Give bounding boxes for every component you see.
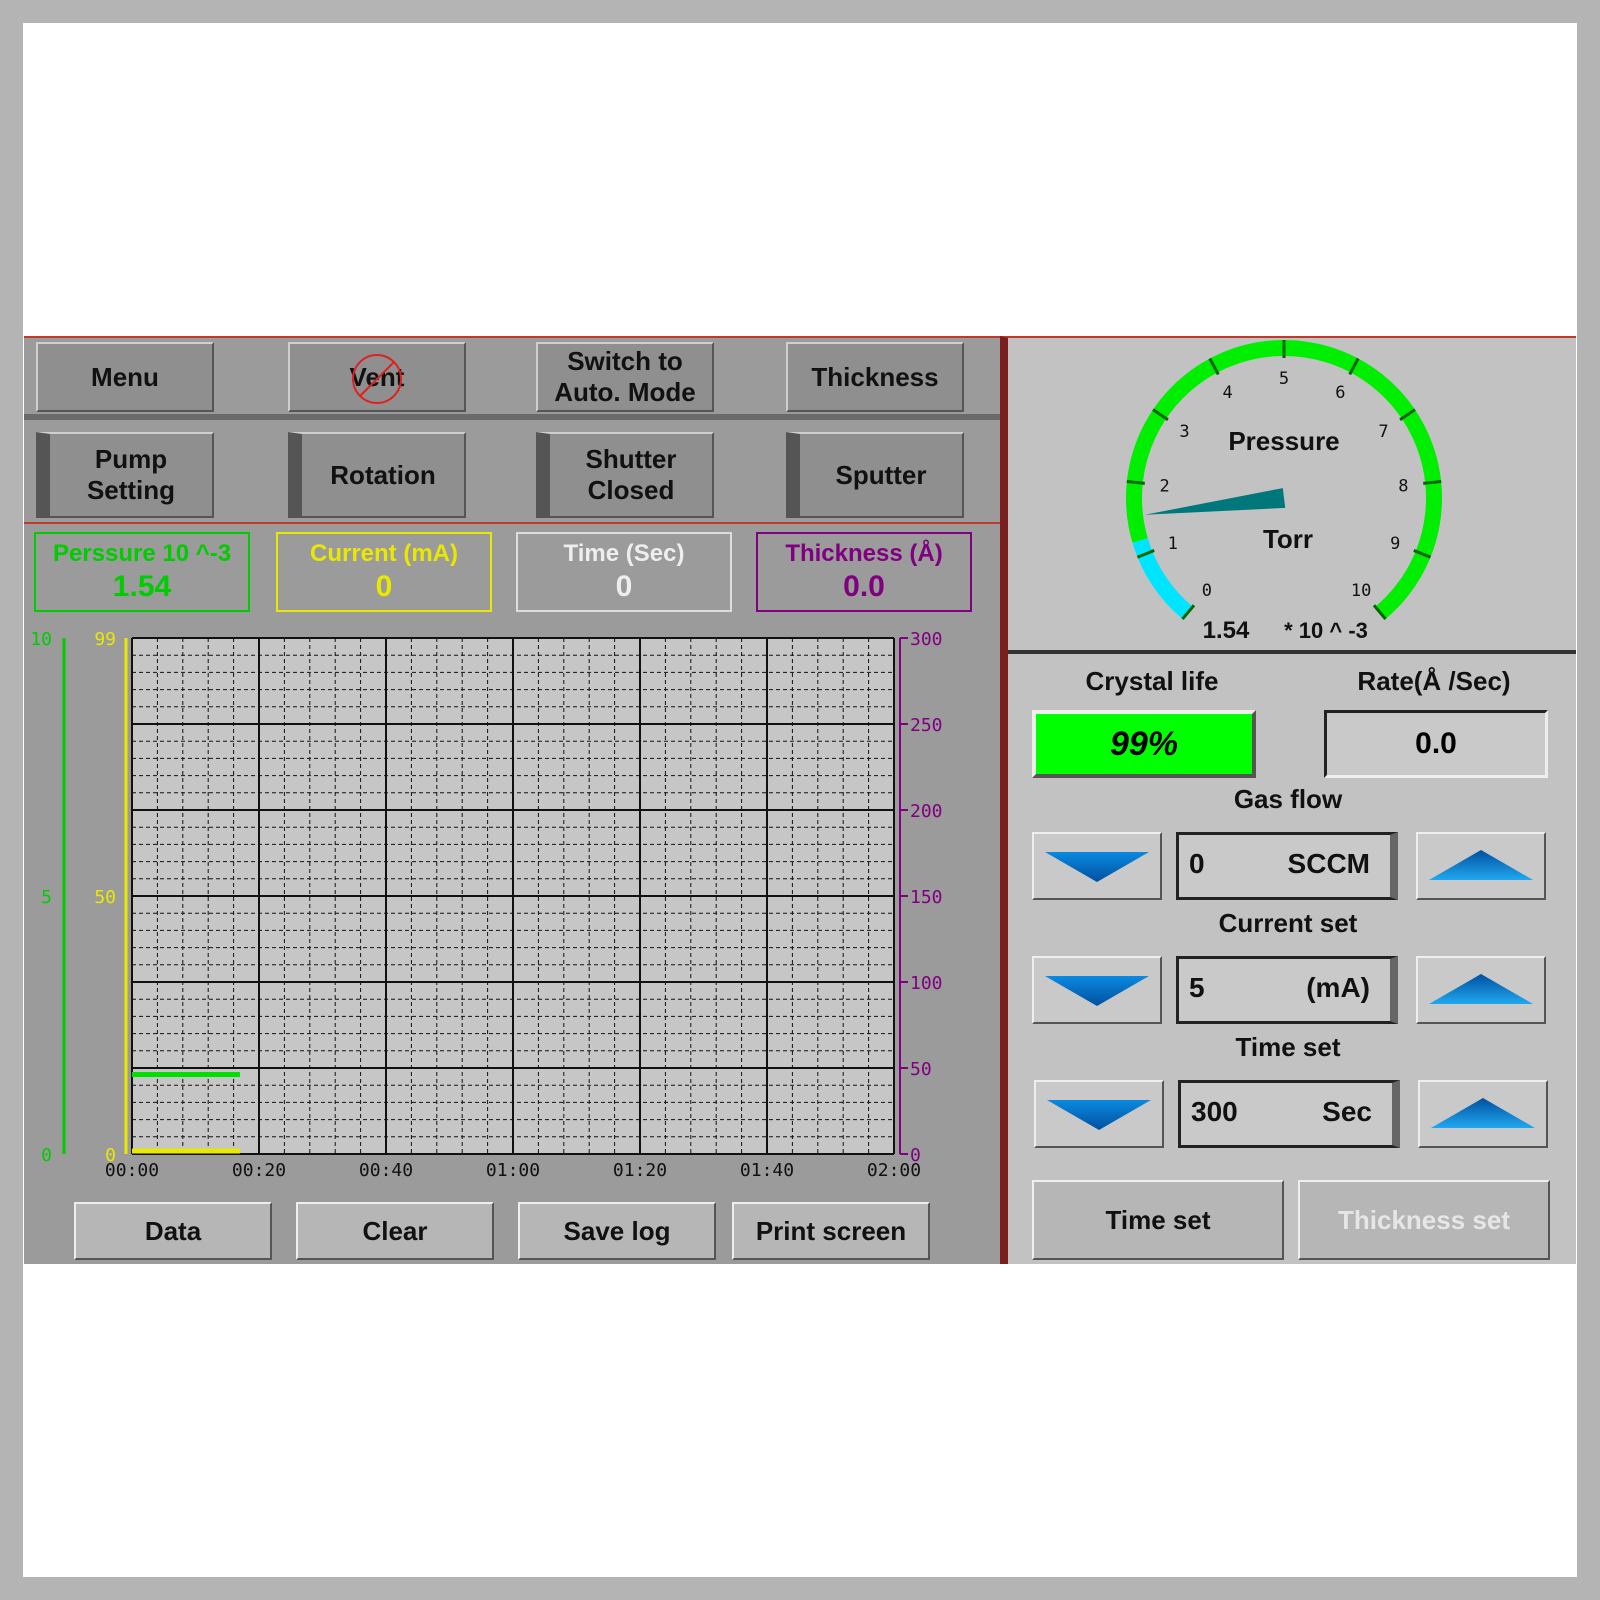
sputter-button[interactable]: Sputter xyxy=(786,432,964,518)
thickness-readout-label: Thickness (Å) xyxy=(785,540,943,567)
time-readout-value: 0 xyxy=(615,570,633,603)
pressure-readout-label: Perssure 10 ^-3 xyxy=(52,540,232,567)
gauge-cyan-arc xyxy=(1132,537,1193,620)
gauge-tick-label: 4 xyxy=(1223,383,1233,403)
pressure-gauge: 0 1 2 3 4 5 6 7 8 9 10 Pressure Torr 1.54 * 10 ^ -3 xyxy=(1126,340,1442,644)
data-button[interactable]: Data xyxy=(74,1202,272,1260)
gas-flow-down-button[interactable] xyxy=(1032,832,1162,900)
current-readout-value: 0 xyxy=(375,570,393,603)
time-set-value: 300 xyxy=(1191,1096,1238,1127)
gauge-title: Pressure xyxy=(1228,426,1339,456)
hmi-screen: Menu Vent Switch to Auto. Mode Thickness… xyxy=(24,336,1576,1264)
down-arrow-icon xyxy=(1045,976,1149,1006)
thickness-readout-value: 0.0 xyxy=(843,570,885,603)
gauge-tick-label: 6 xyxy=(1335,383,1345,403)
current-set-field[interactable]: 5 (mA) xyxy=(1176,956,1398,1024)
gas-flow-value: 0 xyxy=(1189,848,1205,879)
thickness-button[interactable]: Thickness xyxy=(786,342,964,412)
thickness-tick-label: 50 xyxy=(910,1059,932,1080)
process-trend-chart: 10509950030025020015010050000:00 00:20 00:… xyxy=(30,629,943,1178)
up-arrow-icon xyxy=(1429,850,1533,880)
gauge-tick-label: 9 xyxy=(1390,534,1400,554)
gauge-tick-label: 0 xyxy=(1202,581,1212,601)
gauge-tick xyxy=(1126,479,1145,485)
current-tick-label: 99 xyxy=(94,629,116,650)
current-set-label: Current set xyxy=(1218,908,1358,938)
current-set-value: 5 xyxy=(1189,972,1205,1003)
current-up-button[interactable] xyxy=(1416,956,1546,1024)
thickness-tick-label: 300 xyxy=(910,629,943,650)
menu-button[interactable]: Menu xyxy=(36,342,214,412)
rotation-button[interactable]: Rotation xyxy=(288,432,466,518)
up-arrow-icon xyxy=(1431,1098,1535,1128)
time-tick-label: 00:40 xyxy=(359,1160,413,1178)
gauge-unit: Torr xyxy=(1263,524,1313,554)
thickness-tick-label: 250 xyxy=(910,715,943,736)
gauge-tick-label: 10 xyxy=(1351,581,1371,601)
gauge-reading: 1.54 xyxy=(1203,617,1250,644)
time-tick-label: 00:00 xyxy=(105,1160,159,1178)
thickness-tick-label: 100 xyxy=(910,973,943,994)
row-divider xyxy=(24,414,1000,420)
time-set-button[interactable]: Time set xyxy=(1032,1180,1284,1260)
vent-button[interactable]: Vent xyxy=(288,342,466,412)
thickness-readout: Thickness (Å) 0.0 xyxy=(756,532,972,612)
current-set-unit: (mA) xyxy=(1306,972,1370,1003)
down-arrow-icon xyxy=(1045,852,1149,882)
crystal-life-value: 99% xyxy=(1032,710,1256,778)
gauge-tick xyxy=(1423,479,1442,485)
current-readout-label: Current (mA) xyxy=(310,540,458,567)
rate-label: Rate(Å /Sec) xyxy=(1357,666,1511,696)
crystal-life-label: Crystal life xyxy=(1085,666,1219,696)
pressure-tick-label: 5 xyxy=(41,887,52,908)
thickness-set-button[interactable]: Thickness set xyxy=(1298,1180,1550,1260)
time-tick-label: 00:20 xyxy=(232,1160,286,1178)
shutter-button[interactable]: Shutter Closed xyxy=(536,432,714,518)
right-panel: 0 1 2 3 4 5 6 7 8 9 10 Pressure Torr 1.54 * 10 ^ -3 Cr… xyxy=(1000,336,1576,1264)
gauge-tick-label: 8 xyxy=(1398,476,1408,496)
gas-flow-up-button[interactable] xyxy=(1416,832,1546,900)
print-screen-button[interactable]: Print screen xyxy=(732,1202,930,1260)
gauge-tick-label: 5 xyxy=(1279,369,1289,389)
left-panel: Menu Vent Switch to Auto. Mode Thickness… xyxy=(24,336,1000,1264)
gauge-tick-label: 2 xyxy=(1160,476,1170,496)
current-down-button[interactable] xyxy=(1032,956,1162,1024)
no-vent-icon xyxy=(352,354,402,404)
time-readout-label: Time (Sec) xyxy=(563,540,685,567)
gauge-tick-label: 7 xyxy=(1378,422,1388,442)
pressure-readout-value: 1.54 xyxy=(112,570,172,603)
pressure-tick-label: 10 xyxy=(30,629,52,650)
thickness-tick-label: 150 xyxy=(910,887,943,908)
pump-setting-button[interactable]: Pump Setting xyxy=(36,432,214,518)
time-up-button[interactable] xyxy=(1418,1080,1548,1148)
pressure-readout: Perssure 10 ^-3 1.54 xyxy=(34,532,250,612)
current-readout: Current (mA) 0 xyxy=(276,532,492,612)
gas-flow-field[interactable]: 0 SCCM xyxy=(1176,832,1398,900)
time-tick-label: 01:20 xyxy=(613,1160,667,1178)
gas-flow-label: Gas flow xyxy=(1233,784,1343,814)
gauge-exponent: * 10 ^ -3 xyxy=(1284,618,1368,643)
time-tick-label: 01:40 xyxy=(740,1160,794,1178)
up-arrow-icon xyxy=(1429,974,1533,1004)
time-tick-label: 01:00 xyxy=(486,1160,540,1178)
time-tick-label: 02:00 xyxy=(867,1160,921,1178)
gas-flow-unit: SCCM xyxy=(1287,848,1370,879)
panel-divider xyxy=(1008,650,1576,654)
time-down-button[interactable] xyxy=(1034,1080,1164,1148)
gauge-tick-label: 3 xyxy=(1179,422,1189,442)
time-set-unit: Sec xyxy=(1322,1096,1372,1127)
save-log-button[interactable]: Save log xyxy=(518,1202,716,1260)
time-set-label: Time set xyxy=(1235,1032,1341,1062)
clear-button[interactable]: Clear xyxy=(296,1202,494,1260)
rate-value: 0.0 xyxy=(1324,710,1548,778)
pressure-tick-label: 0 xyxy=(41,1145,52,1166)
auto-mode-button[interactable]: Switch to Auto. Mode xyxy=(536,342,714,412)
current-tick-label: 50 xyxy=(94,887,116,908)
time-readout: Time (Sec) 0 xyxy=(516,532,732,612)
red-divider xyxy=(24,522,1000,524)
thickness-tick-label: 200 xyxy=(910,801,943,822)
down-arrow-icon xyxy=(1047,1100,1151,1130)
time-set-field[interactable]: 300 Sec xyxy=(1178,1080,1400,1148)
gauge-tick-label: 1 xyxy=(1168,534,1178,554)
